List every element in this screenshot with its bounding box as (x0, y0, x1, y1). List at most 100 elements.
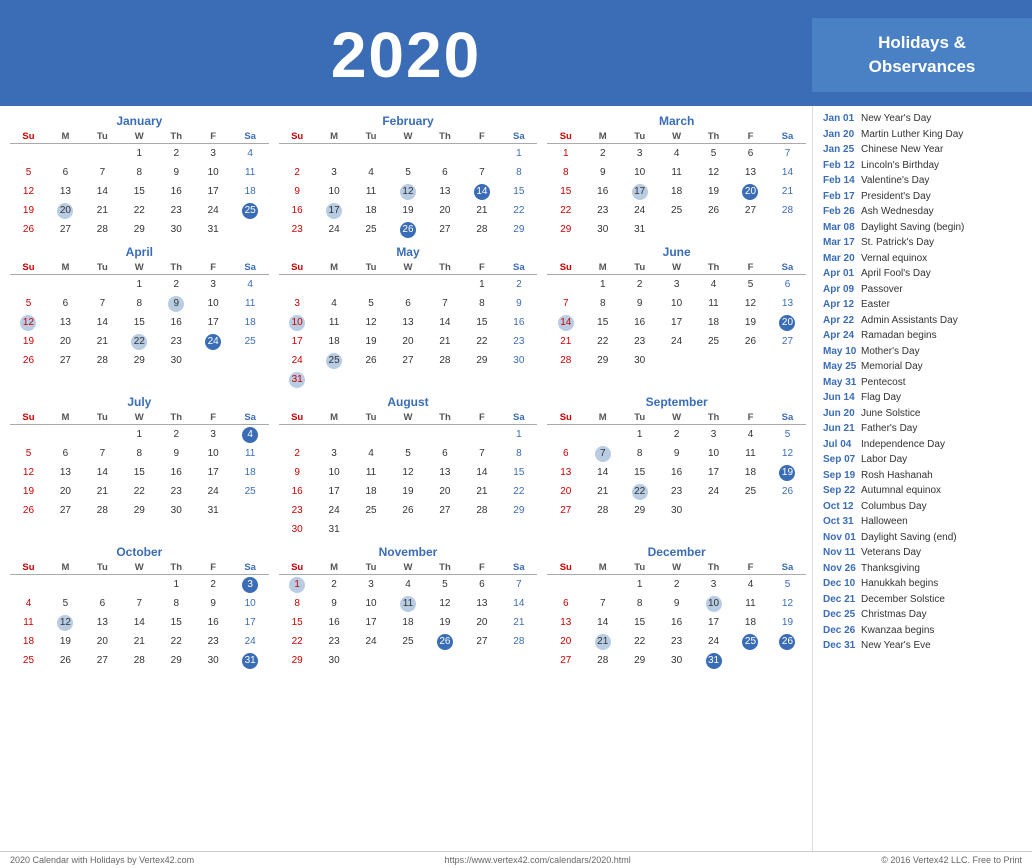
day-header-f: F (463, 261, 500, 275)
holiday-item: Dec 26Kwanzaa begins (823, 624, 1024, 638)
day-cell: 3 (232, 575, 269, 595)
day-cell: 2 (279, 163, 316, 182)
month-block-january: JanuarySuMTuWThFSa1234567891011121314151… (10, 114, 269, 239)
holiday-date: Jul 04 (823, 438, 861, 452)
day-cell: 31 (232, 651, 269, 670)
day-header-sa: Sa (232, 130, 269, 144)
day-cell: 21 (463, 201, 500, 220)
day-cell: 4 (316, 294, 353, 313)
day-cell: 24 (621, 201, 658, 220)
day-cell: 16 (584, 182, 621, 201)
day-cell: 12 (426, 594, 463, 613)
day-cell: 27 (426, 501, 463, 520)
day-cell: 6 (47, 163, 84, 182)
day-cell: 23 (658, 482, 695, 501)
day-cell: 24 (195, 482, 232, 501)
day-header-th: Th (695, 411, 732, 425)
day-cell: 23 (158, 332, 195, 351)
year-title: 2020 (331, 18, 481, 92)
day-cell: 5 (353, 294, 390, 313)
holiday-date: Sep 19 (823, 469, 861, 483)
day-header-tu: Tu (84, 130, 121, 144)
day-cell (279, 144, 316, 164)
day-cell: 4 (732, 425, 769, 445)
day-cell: 26 (47, 651, 84, 670)
day-cell: 20 (47, 201, 84, 220)
day-cell: 11 (232, 294, 269, 313)
day-cell: 6 (547, 594, 584, 613)
day-cell: 24 (232, 632, 269, 651)
day-header-tu: Tu (84, 261, 121, 275)
day-cell: 23 (621, 332, 658, 351)
day-cell: 30 (658, 651, 695, 670)
day-header-w: W (658, 130, 695, 144)
day-cell: 24 (195, 332, 232, 351)
day-header-m: M (316, 130, 353, 144)
day-cell: 30 (500, 351, 537, 370)
day-cell: 17 (195, 182, 232, 201)
day-cell (463, 425, 500, 445)
day-cell: 19 (695, 182, 732, 201)
day-cell: 20 (84, 632, 121, 651)
day-cell (353, 651, 390, 670)
footer-right: © 2016 Vertex42 LLC. Free to Print (881, 855, 1022, 865)
day-header-sa: Sa (500, 130, 537, 144)
day-cell (390, 144, 427, 164)
day-cell: 17 (232, 613, 269, 632)
day-cell: 24 (279, 351, 316, 370)
day-cell: 22 (500, 482, 537, 501)
holiday-name: President's Day (861, 190, 931, 204)
day-cell: 10 (195, 294, 232, 313)
day-cell: 8 (121, 163, 158, 182)
day-header-w: W (121, 411, 158, 425)
day-cell: 8 (500, 444, 537, 463)
holiday-date: Jun 14 (823, 391, 861, 405)
day-cell: 25 (695, 332, 732, 351)
holiday-name: Lincoln's Birthday (861, 159, 939, 173)
day-cell: 26 (353, 351, 390, 370)
day-cell: 25 (232, 332, 269, 351)
holiday-item: Jan 01New Year's Day (823, 112, 1024, 126)
day-cell: 16 (195, 613, 232, 632)
day-cell: 7 (547, 294, 584, 313)
day-cell: 16 (158, 182, 195, 201)
holiday-date: Mar 08 (823, 221, 861, 235)
day-cell: 8 (500, 163, 537, 182)
day-cell: 31 (195, 501, 232, 520)
day-header-su: Su (547, 261, 584, 275)
day-cell: 10 (695, 594, 732, 613)
holiday-date: Dec 31 (823, 639, 861, 653)
day-cell: 6 (463, 575, 500, 595)
day-cell (463, 520, 500, 539)
day-header-m: M (47, 130, 84, 144)
day-cell: 31 (316, 520, 353, 539)
day-cell: 14 (584, 613, 621, 632)
day-header-su: Su (547, 411, 584, 425)
day-cell: 16 (279, 482, 316, 501)
day-header-su: Su (279, 261, 316, 275)
day-cell: 9 (316, 594, 353, 613)
month-title: June (547, 245, 806, 259)
day-cell (547, 425, 584, 445)
day-cell: 22 (121, 332, 158, 351)
day-cell: 3 (195, 275, 232, 295)
day-cell: 8 (279, 594, 316, 613)
day-cell: 29 (158, 651, 195, 670)
day-cell: 3 (195, 144, 232, 164)
day-cell: 4 (232, 144, 269, 164)
holiday-date: Jun 21 (823, 422, 861, 436)
day-header-m: M (47, 561, 84, 575)
day-cell: 23 (158, 482, 195, 501)
day-cell: 1 (121, 425, 158, 445)
day-cell: 10 (695, 444, 732, 463)
day-cell: 21 (547, 332, 584, 351)
day-cell: 2 (658, 425, 695, 445)
day-cell: 1 (500, 425, 537, 445)
day-cell: 1 (500, 144, 537, 164)
holiday-date: Nov 26 (823, 562, 861, 576)
day-cell: 15 (279, 613, 316, 632)
day-cell: 9 (500, 294, 537, 313)
day-header-tu: Tu (353, 261, 390, 275)
day-cell: 18 (390, 613, 427, 632)
holiday-date: Feb 26 (823, 205, 861, 219)
